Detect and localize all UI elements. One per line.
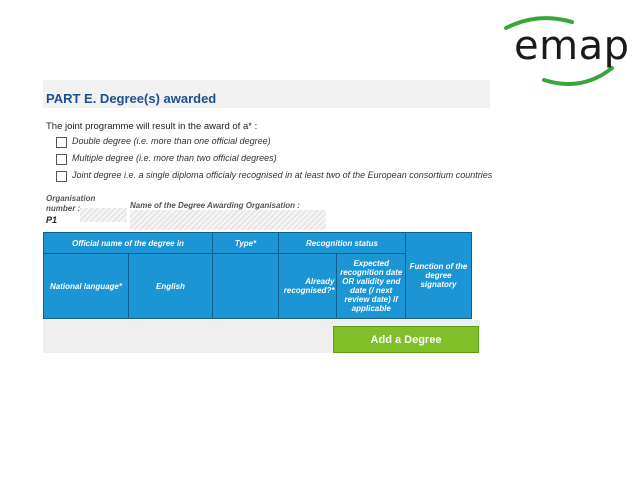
checkbox[interactable] xyxy=(56,137,67,148)
header-expected-recognition: Expected recognition date OR validity en… xyxy=(336,253,406,319)
checkbox[interactable] xyxy=(56,171,67,182)
logo-text: emap xyxy=(514,23,630,69)
table-header-row-1: Official name of the degree in Type* Rec… xyxy=(43,232,472,319)
organisation-name-label: Name of the Degree Awarding Organisation… xyxy=(130,201,300,210)
header-already-recognised: Already recognised?* xyxy=(277,253,338,319)
header-national-language: National language* xyxy=(43,253,129,319)
organisation-name-field[interactable] xyxy=(130,210,326,230)
page-title: PART E. Degree(s) awarded xyxy=(46,91,217,106)
header-official-name: Official name of the degree in xyxy=(43,232,213,254)
organisation-number-value: P1 xyxy=(46,215,58,225)
header-type-empty xyxy=(212,253,279,319)
option-label: Joint degree i.e. a single diploma offic… xyxy=(72,170,493,180)
header-english: English xyxy=(128,253,213,319)
option-label: Multiple degree (i.e. more than two offi… xyxy=(72,153,277,163)
checkbox[interactable] xyxy=(56,154,67,165)
organisation-number-label-line1: Organisation xyxy=(46,194,96,203)
organisation-number-field xyxy=(80,208,127,222)
emap-logo: emap xyxy=(500,14,629,86)
degrees-table: Official name of the degree in Type* Rec… xyxy=(43,232,472,319)
header-function-signatory: Function of the degree signatory xyxy=(405,232,472,319)
header-recognition-status: Recognition status xyxy=(278,232,406,254)
option-label: Double degree (i.e. more than one offici… xyxy=(72,136,271,146)
add-degree-button[interactable]: Add a Degree xyxy=(333,326,479,353)
award-question: The joint programme will result in the a… xyxy=(46,121,258,132)
header-type: Type* xyxy=(212,232,279,254)
